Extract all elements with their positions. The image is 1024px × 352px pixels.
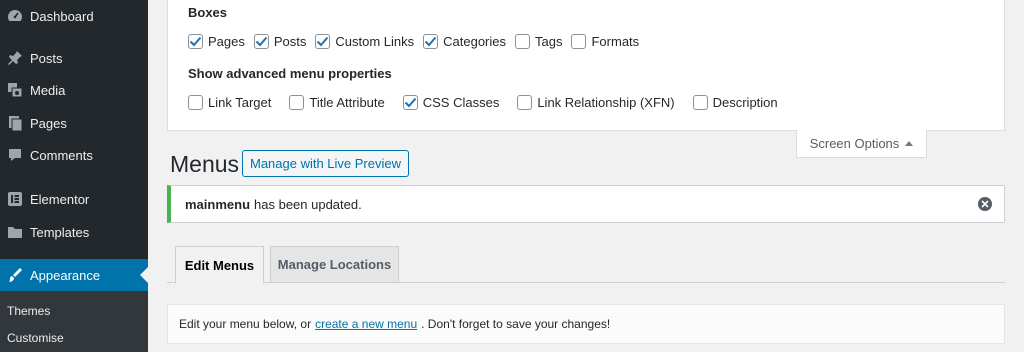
elementor-icon (0, 190, 30, 208)
checkbox-box[interactable] (402, 95, 418, 110)
comments-icon (0, 146, 30, 164)
checkbox-box[interactable] (517, 95, 533, 110)
edit-prefix-text: Edit your menu below, or (179, 317, 312, 331)
submenu-item-themes[interactable]: Themes (0, 298, 148, 324)
checkbox-formats[interactable]: Formats (571, 34, 639, 49)
checkbox-label: Tags (535, 34, 563, 49)
checkbox-label: Title Attribute (309, 95, 385, 110)
checkbox-box[interactable] (571, 34, 587, 49)
checkbox-label: Custom Links (335, 34, 415, 49)
sidebar-item-label: Comments (30, 147, 93, 163)
live-preview-button[interactable]: Manage with Live Preview (242, 150, 409, 177)
screen-options-label: Screen Options (809, 136, 900, 151)
update-notice: mainmenu has been updated. (167, 185, 1005, 223)
tab-manage-locations[interactable]: Manage Locations (270, 246, 399, 283)
paintbrush-icon (0, 266, 30, 284)
checkbox-box[interactable] (315, 34, 331, 49)
checkbox-box[interactable] (692, 95, 708, 110)
checkbox-categories[interactable]: Categories (423, 34, 506, 49)
sidebar-item-elementor[interactable]: Elementor (0, 183, 148, 215)
submenu-item-customise[interactable]: Customise (0, 325, 148, 351)
sidebar-item-comments[interactable]: Comments (0, 139, 148, 171)
pin-icon (0, 49, 30, 67)
sidebar-item-label: Elementor (30, 191, 90, 207)
sidebar-item-label: Media (30, 82, 66, 98)
checkbox-posts[interactable]: Posts (253, 34, 307, 49)
dismiss-icon[interactable] (978, 197, 992, 211)
sidebar-item-templates[interactable]: Templates (0, 216, 148, 248)
checkbox-custom-links[interactable]: Custom Links (315, 34, 414, 49)
checkbox-label: Formats (591, 34, 640, 49)
checkbox-label: Posts (273, 34, 307, 49)
checkbox-label: Link Target (208, 95, 272, 110)
sidebar-item-label: Appearance (30, 267, 101, 283)
boxes-checkbox-row: Pages Posts Custom Links Categories Tags… (188, 34, 648, 49)
sidebar-item-label: Templates (30, 224, 90, 240)
nav-tabs: Edit Menus Manage Locations (167, 246, 1005, 284)
edit-menu-description: Edit your menu below, or create a new me… (167, 304, 1005, 344)
advanced-heading: Show advanced menu properties (188, 66, 392, 81)
notice-message: has been updated. (254, 196, 362, 212)
checkbox-box[interactable] (188, 95, 203, 110)
checkbox-link-relationship[interactable]: Link Relationship (XFN) (517, 95, 675, 110)
advanced-checkbox-row: Link Target Title Attribute CSS Classes … (188, 95, 787, 110)
sidebar-item-posts[interactable]: Posts (0, 42, 148, 74)
checkbox-tags[interactable]: Tags (515, 34, 562, 49)
screen-options-panel: Boxes Pages Posts Custom Links Categorie… (167, 0, 1005, 131)
boxes-heading: Boxes (188, 5, 228, 20)
checkbox-box[interactable] (188, 34, 203, 49)
notice-menu-name: mainmenu (185, 196, 251, 212)
checkbox-label: Link Relationship (XFN) (537, 95, 675, 110)
sidebar-item-dashboard[interactable]: Dashboard (0, 0, 148, 32)
folder-icon (0, 223, 30, 241)
checkbox-label: Pages (208, 34, 245, 49)
checkbox-label: CSS Classes (422, 95, 500, 110)
checkbox-box[interactable] (253, 34, 269, 49)
screen-options-toggle[interactable]: Screen Options (796, 130, 927, 158)
admin-sidebar: Dashboard Posts Media Pages Comments Ele… (0, 0, 148, 352)
media-icon (0, 81, 30, 99)
checkbox-label: Categories (443, 34, 507, 49)
appearance-submenu: Themes Customise (0, 291, 148, 352)
arrow-up-icon (905, 141, 914, 146)
edit-suffix-text: . Don't forget to save your changes! (421, 317, 611, 331)
checkbox-title-attribute[interactable]: Title Attribute (289, 95, 385, 110)
page-title: Menus (170, 151, 240, 177)
sidebar-item-label: Dashboard (30, 8, 94, 24)
tab-edit-menus[interactable]: Edit Menus (175, 246, 264, 284)
checkbox-box[interactable] (289, 95, 305, 110)
checkbox-pages[interactable]: Pages (188, 34, 245, 49)
checkbox-box[interactable] (515, 34, 531, 49)
create-new-menu-link[interactable]: create a new menu (315, 317, 417, 331)
dashboard-icon (0, 7, 30, 25)
sidebar-item-appearance[interactable]: Appearance (0, 259, 148, 291)
checkbox-link-target[interactable]: Link Target (188, 95, 271, 110)
checkbox-description[interactable]: Description (692, 95, 778, 110)
pages-icon (0, 114, 30, 132)
checkbox-label: Description (712, 95, 778, 110)
sidebar-item-label: Posts (30, 50, 63, 66)
sidebar-item-media[interactable]: Media (0, 74, 148, 106)
sidebar-item-label: Pages (30, 115, 67, 131)
sidebar-item-pages[interactable]: Pages (0, 107, 148, 139)
checkbox-css-classes[interactable]: CSS Classes (402, 95, 500, 110)
checkbox-box[interactable] (423, 34, 439, 49)
